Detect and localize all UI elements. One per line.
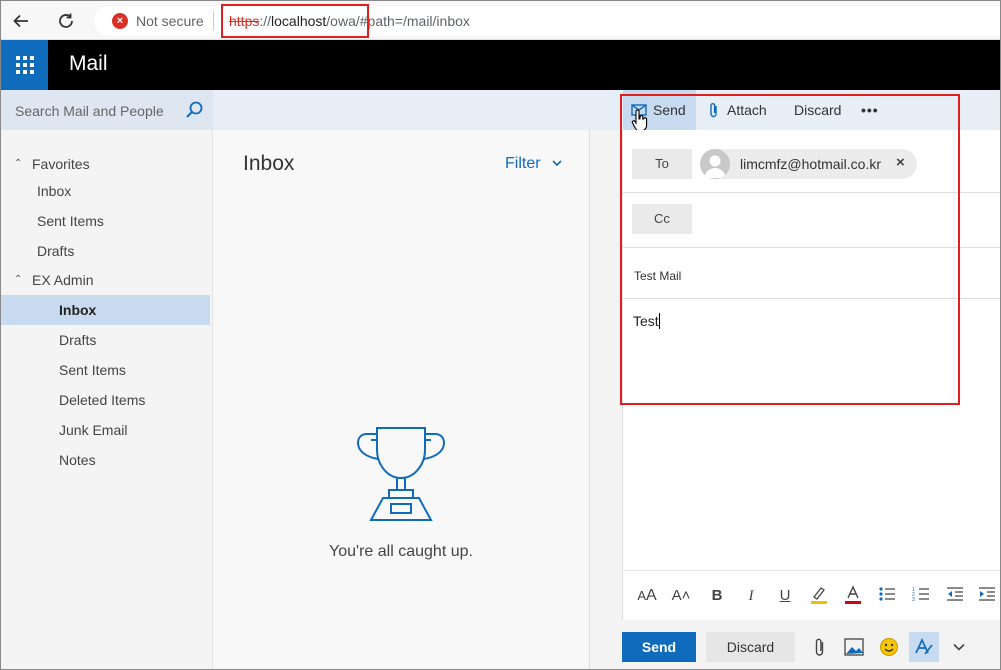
folder-drafts[interactable]: Drafts bbox=[1, 325, 210, 355]
compose-highlight-box bbox=[620, 94, 960, 405]
editor-icon[interactable] bbox=[909, 632, 939, 662]
suite-header: Mail bbox=[1, 40, 1000, 90]
folder-favorite-inbox[interactable]: Inbox bbox=[1, 176, 210, 206]
chevron-down-icon[interactable] bbox=[551, 157, 563, 169]
bullets-icon[interactable] bbox=[876, 585, 898, 607]
folder-deleted-items[interactable]: Deleted Items bbox=[1, 385, 210, 415]
security-status[interactable]: Not secure bbox=[136, 13, 204, 29]
folder-label: Junk Email bbox=[59, 422, 128, 438]
trophy-icon bbox=[356, 427, 446, 521]
address-divider bbox=[213, 11, 214, 31]
underline-icon[interactable]: U bbox=[774, 585, 796, 607]
list-title: Inbox bbox=[243, 152, 295, 175]
send-button[interactable]: Send bbox=[622, 632, 696, 662]
highlight-icon[interactable] bbox=[808, 585, 830, 607]
folder-label: Inbox bbox=[59, 302, 97, 318]
empty-state-message: You're all caught up. bbox=[329, 543, 473, 560]
insert-picture-icon[interactable] bbox=[842, 635, 866, 659]
folder-pane: ⌃ Favorites Inbox Sent Items Drafts ⌃ EX… bbox=[1, 130, 213, 669]
italic-icon[interactable]: I bbox=[740, 585, 762, 607]
search-placeholder: Search Mail and People bbox=[15, 103, 164, 119]
filter-button[interactable]: Filter bbox=[505, 155, 541, 173]
folder-junk-email[interactable]: Junk Email bbox=[1, 415, 210, 445]
not-secure-icon[interactable]: × bbox=[112, 13, 128, 29]
folder-sent-items[interactable]: Sent Items bbox=[1, 355, 210, 385]
browser-toolbar: × Not secure https://localhost/owa/#path… bbox=[1, 1, 1000, 40]
increase-indent-icon[interactable] bbox=[976, 585, 998, 607]
decrease-indent-icon[interactable] bbox=[944, 585, 966, 607]
formatting-toolbar: AA A˄ B I U 123 bbox=[622, 570, 1000, 620]
more-options-chevron-icon[interactable] bbox=[947, 635, 971, 659]
discard-button[interactable]: Discard bbox=[706, 632, 795, 662]
font-size-icon[interactable]: AA bbox=[636, 585, 658, 607]
folder-notes[interactable]: Notes bbox=[1, 445, 210, 475]
message-list: Inbox Filter You're all caught up. bbox=[213, 130, 589, 669]
browser-window: × Not secure https://localhost/owa/#path… bbox=[0, 0, 1001, 670]
favorites-group[interactable]: ⌃ Favorites bbox=[1, 149, 210, 179]
url-highlight-box bbox=[221, 4, 369, 38]
app-title[interactable]: Mail bbox=[69, 52, 108, 76]
emoji-icon[interactable] bbox=[877, 635, 901, 659]
folder-inbox[interactable]: Inbox bbox=[1, 295, 210, 325]
folder-favorite-sent-items[interactable]: Sent Items bbox=[1, 206, 210, 236]
collapse-chevron-icon[interactable]: ⌃ bbox=[14, 265, 22, 295]
folder-label: Notes bbox=[59, 452, 96, 468]
reload-icon[interactable] bbox=[54, 9, 78, 33]
url-hash: #path=/mail/inbox bbox=[359, 13, 470, 29]
folder-label: Inbox bbox=[37, 183, 72, 199]
folder-label: Sent Items bbox=[59, 362, 126, 378]
account-group[interactable]: ⌃ EX Admin bbox=[1, 265, 210, 295]
back-icon[interactable] bbox=[9, 9, 33, 33]
font-color-icon[interactable] bbox=[842, 585, 864, 607]
svg-text:3: 3 bbox=[912, 597, 915, 603]
attach-file-icon[interactable] bbox=[808, 635, 832, 659]
numbering-icon[interactable]: 123 bbox=[910, 585, 932, 607]
collapse-chevron-icon[interactable]: ⌃ bbox=[14, 149, 22, 179]
font-grow-icon[interactable]: A˄ bbox=[670, 585, 692, 607]
bold-icon[interactable]: B bbox=[706, 585, 728, 607]
favorites-label: Favorites bbox=[32, 156, 90, 172]
account-label: EX Admin bbox=[32, 272, 94, 288]
folder-label: Deleted Items bbox=[59, 392, 146, 408]
app-launcher-icon[interactable] bbox=[1, 40, 48, 90]
folder-label: Drafts bbox=[37, 243, 75, 259]
search-input[interactable]: Search Mail and People bbox=[1, 90, 213, 130]
folder-label: Sent Items bbox=[37, 213, 104, 229]
folder-label: Drafts bbox=[59, 332, 97, 348]
folder-favorite-drafts[interactable]: Drafts bbox=[1, 236, 210, 266]
search-icon[interactable] bbox=[184, 100, 204, 125]
